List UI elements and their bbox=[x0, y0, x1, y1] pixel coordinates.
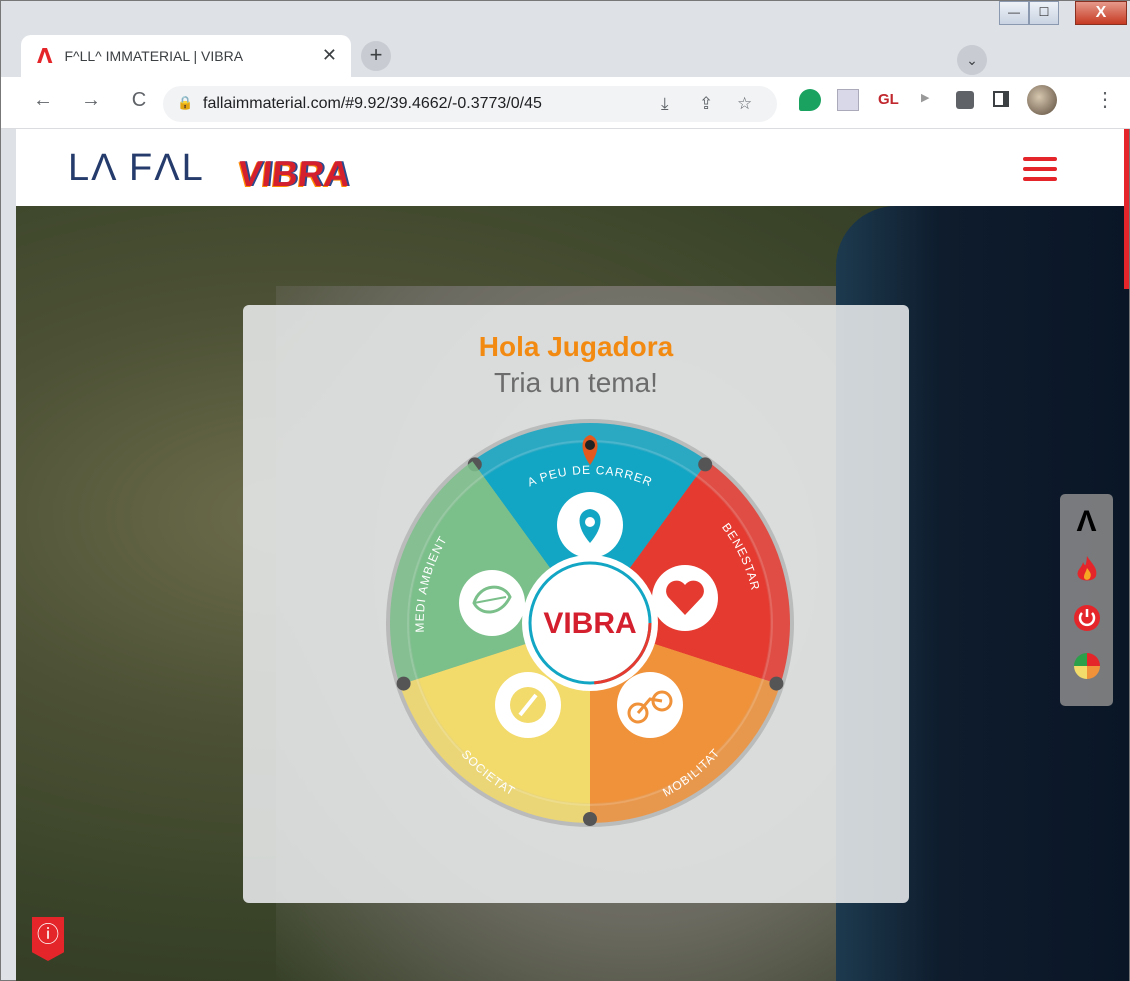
extension-gl-icon[interactable]: GL bbox=[878, 91, 899, 108]
forward-button[interactable]: → bbox=[77, 89, 105, 112]
web-page: LΛ FΛL VIBRA Hola Jugadora Tria un tema!… bbox=[16, 129, 1129, 981]
new-tab-button[interactable]: + bbox=[361, 41, 391, 71]
site-logo-text[interactable]: LΛ FΛL bbox=[68, 147, 205, 190]
extension-green-icon[interactable] bbox=[799, 89, 821, 111]
extensions-puzzle-icon[interactable] bbox=[956, 91, 974, 109]
tab-active[interactable]: Λ F^LL^ IMMATERIAL | VIBRA ✕ bbox=[21, 35, 351, 77]
maximize-button[interactable]: ☐ bbox=[1029, 1, 1059, 25]
tab-strip: Λ F^LL^ IMMATERIAL | VIBRA ✕ + ⌄ — ☐ X bbox=[1, 1, 1130, 79]
tab-title: F^LL^ IMMATERIAL | VIBRA bbox=[64, 48, 244, 64]
wheel-peg bbox=[698, 457, 713, 472]
url-text[interactable]: fallaimmaterial.com/#9.92/39.4662/-0.377… bbox=[203, 95, 542, 113]
minimize-button[interactable]: — bbox=[999, 1, 1029, 25]
falla-logo-icon[interactable]: Λ bbox=[1060, 506, 1113, 538]
favicon-icon: Λ bbox=[37, 44, 53, 68]
lock-icon[interactable]: 🔒 bbox=[177, 95, 193, 111]
wheel-peg bbox=[583, 812, 597, 826]
back-button[interactable]: ← bbox=[29, 89, 57, 112]
color-wheel-icon[interactable] bbox=[1060, 652, 1113, 687]
share-icon[interactable]: ⇪ bbox=[699, 94, 713, 114]
bicycle-icon[interactable] bbox=[617, 672, 683, 738]
wheel-peg bbox=[769, 676, 784, 691]
info-icon[interactable]: ⓘ bbox=[32, 917, 64, 961]
choose-topic-prompt: Tria un tema! bbox=[494, 367, 658, 398]
power-icon[interactable] bbox=[1060, 604, 1113, 639]
browser-menu-icon[interactable]: ⋮ bbox=[1095, 87, 1115, 112]
address-bar[interactable]: 🔒 fallaimmaterial.com/#9.92/39.4662/-0.3… bbox=[163, 86, 777, 122]
leaf-icon[interactable] bbox=[459, 570, 525, 636]
game-card: Hola Jugadora Tria un tema! A PEU DE CAR… bbox=[243, 305, 909, 903]
heart-icon[interactable] bbox=[652, 565, 718, 631]
extension-calendar-icon[interactable] bbox=[837, 89, 859, 111]
reload-button[interactable]: C bbox=[125, 89, 153, 112]
tab-search-button[interactable]: ⌄ bbox=[957, 45, 987, 75]
wheel-peg bbox=[396, 676, 411, 691]
hamburger-menu-icon[interactable] bbox=[1023, 157, 1057, 181]
site-logo-vibra[interactable]: VIBRA bbox=[236, 153, 352, 195]
browser-toolbar: ← → C 🔒 fallaimmaterial.com/#9.92/39.466… bbox=[1, 77, 1130, 129]
side-toolbar: Λ bbox=[1060, 494, 1113, 706]
bookmark-star-icon[interactable]: ☆ bbox=[737, 94, 752, 114]
greeting-title: Hola Jugadora bbox=[478, 331, 674, 362]
profile-avatar[interactable] bbox=[1027, 85, 1057, 115]
vibra-center-logo: VIBRA bbox=[543, 607, 636, 640]
tab-close-icon[interactable]: ✕ bbox=[322, 45, 337, 66]
browser-window: Λ F^LL^ IMMATERIAL | VIBRA ✕ + ⌄ — ☐ X ←… bbox=[0, 0, 1130, 981]
window-close-button[interactable]: X bbox=[1075, 1, 1127, 25]
extension-play-icon[interactable]: ▶ bbox=[921, 91, 929, 104]
fire-icon[interactable] bbox=[1060, 554, 1113, 591]
install-icon[interactable]: ⤓ bbox=[661, 94, 669, 114]
topic-wheel[interactable]: A PEU DE CARRER BENESTAR MOBILITAT SOCIE… bbox=[375, 413, 805, 833]
site-header: LΛ FΛL VIBRA bbox=[16, 129, 1129, 206]
compass-icon[interactable] bbox=[495, 672, 561, 738]
location-pin-icon[interactable] bbox=[557, 492, 623, 558]
scrollbar-thumb[interactable] bbox=[1124, 129, 1129, 289]
side-panel-icon[interactable] bbox=[993, 91, 1009, 107]
